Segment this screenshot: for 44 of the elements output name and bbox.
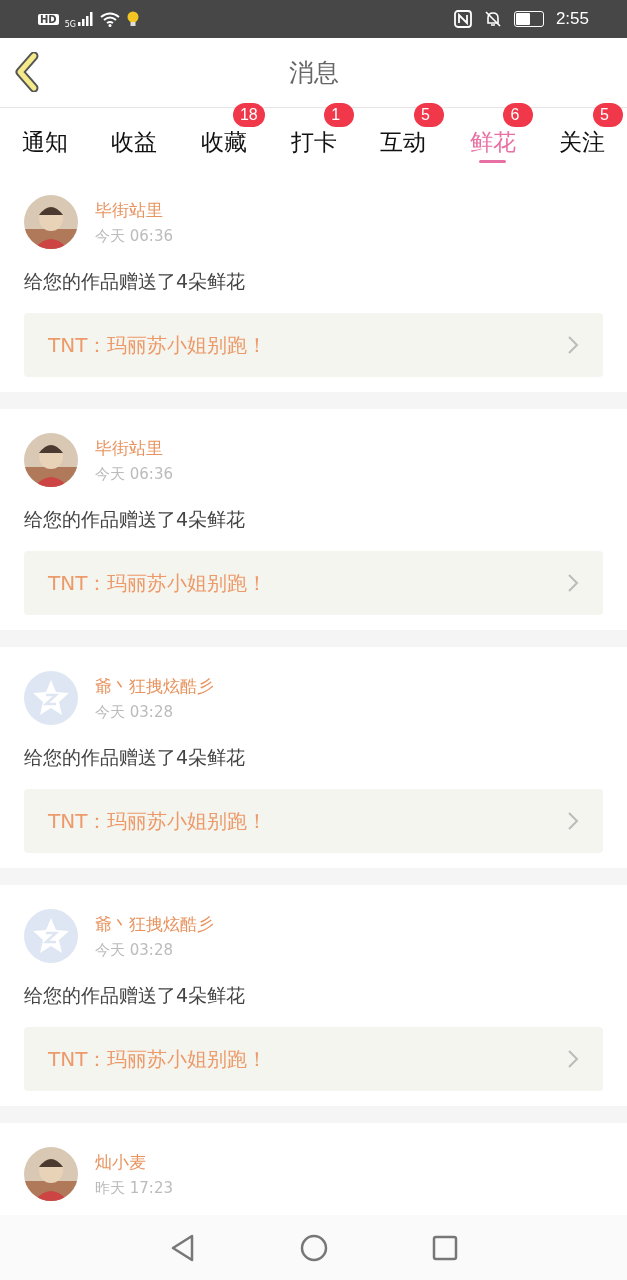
work-link[interactable]: TNT：玛丽苏小姐别跑！ (24, 551, 603, 615)
message-text: 给您的作品赠送了4朵鲜花 (24, 507, 247, 532)
tab[interactable]: 收益 (89, 98, 180, 171)
battery-icon (513, 11, 544, 27)
recents-nav-icon[interactable] (431, 1234, 458, 1261)
default-avatar-icon (24, 671, 78, 725)
user-name[interactable]: 毕街站里 (95, 198, 173, 222)
network-label: 5G (64, 19, 76, 29)
chevron-right-icon (567, 335, 579, 355)
message-time: 今天 06:36 (95, 226, 173, 246)
home-nav-icon[interactable] (299, 1233, 328, 1262)
bulb-icon (125, 11, 140, 27)
nfc-icon (453, 10, 472, 28)
page-title: 消息 (288, 57, 339, 89)
count-badge: 6 (503, 103, 534, 127)
tab[interactable]: 通知 (0, 98, 90, 171)
chevron-right-icon (567, 1049, 579, 1069)
signal-icon (77, 12, 94, 26)
work-link[interactable]: TNT：玛丽苏小姐别跑！ (24, 789, 603, 853)
user-name[interactable]: 毕街站里 (95, 436, 173, 460)
clock-time: 2:55 (555, 9, 589, 29)
chevron-right-icon (567, 573, 579, 593)
back-nav-icon[interactable] (169, 1233, 196, 1262)
message-time: 今天 03:28 (95, 702, 174, 722)
message-text: 给您的作品赠送了4朵鲜花 (24, 983, 247, 1008)
message-text: 给您的作品赠送了4朵鲜花 (24, 745, 247, 770)
message-time: 今天 03:28 (95, 940, 174, 960)
work-link[interactable]: TNT：玛丽苏小姐别跑！ (24, 313, 603, 377)
work-link[interactable]: TNT：玛丽苏小姐别跑！ (24, 1027, 603, 1091)
count-badge: 5 (413, 103, 444, 127)
user-name[interactable]: 灿小麦 (95, 1150, 173, 1174)
user-name[interactable]: 爺丶狂拽炫酷彡 (95, 912, 214, 936)
hd-label: HD (38, 13, 59, 25)
count-badge: 18 (232, 103, 265, 127)
default-avatar-icon (24, 909, 78, 963)
message-text: 给您的作品赠送了4朵鲜花 (24, 269, 247, 294)
chevron-right-icon (567, 811, 579, 831)
message-time: 今天 06:36 (95, 464, 173, 484)
count-badge: 1 (324, 103, 355, 127)
wifi-icon (99, 11, 120, 27)
muted-bell-icon (483, 10, 502, 28)
user-name[interactable]: 爺丶狂拽炫酷彡 (95, 674, 214, 698)
count-badge: 5 (593, 103, 624, 127)
message-time: 昨天 17:23 (95, 1178, 173, 1198)
